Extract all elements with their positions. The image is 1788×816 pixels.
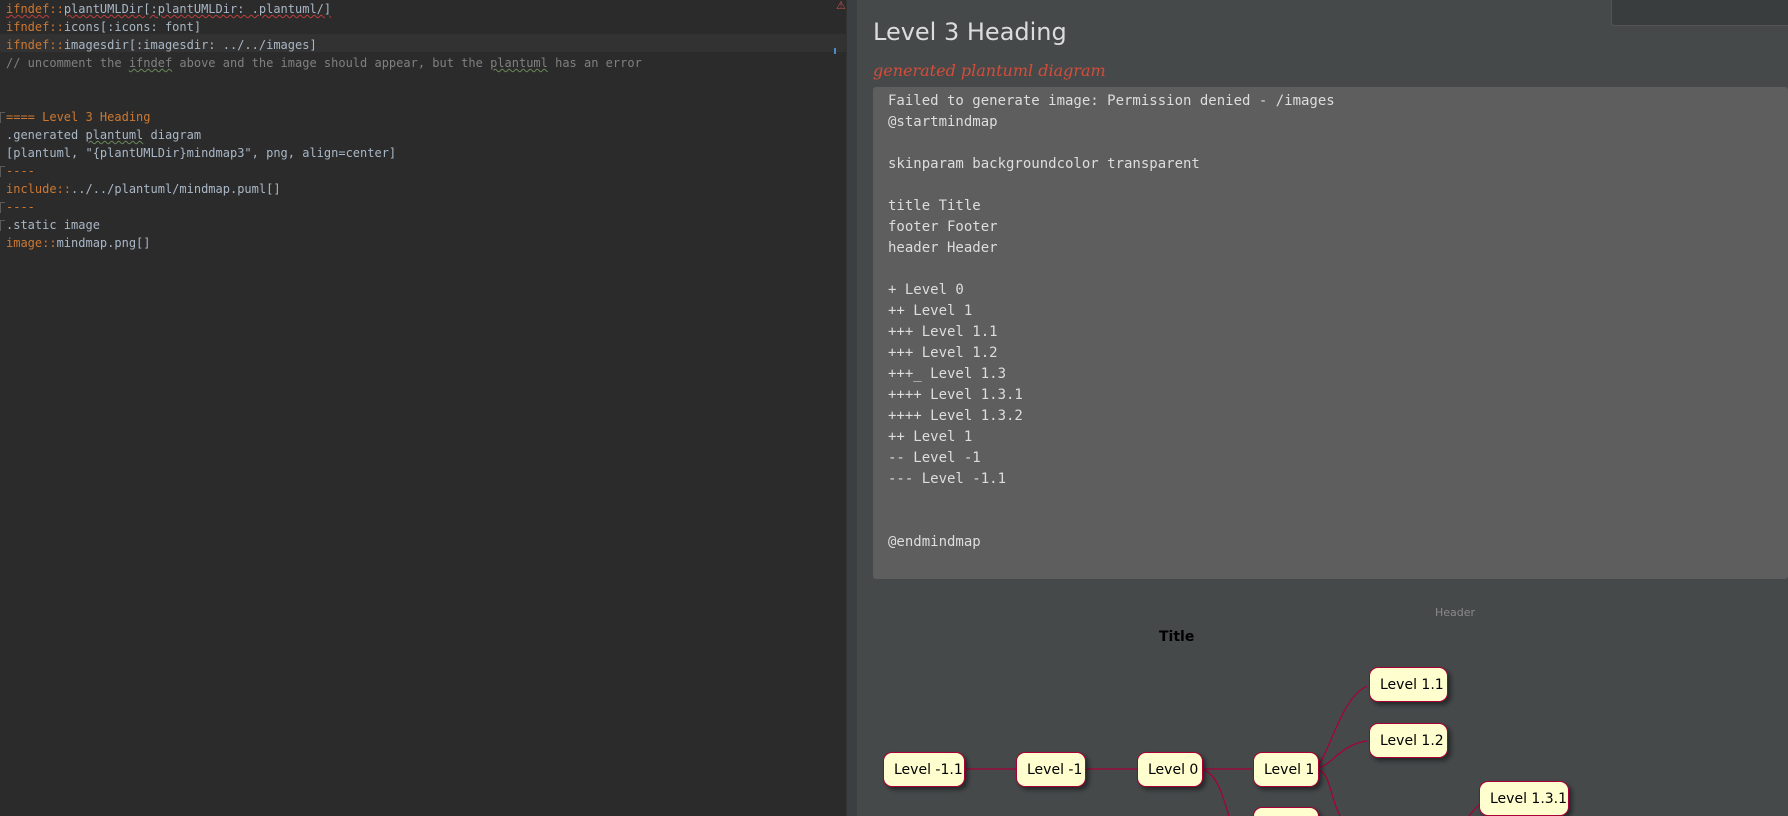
listing-line: skinparam backgroundcolor transparent (888, 156, 1200, 172)
editor-line[interactable]: .generated plantuml diagram (6, 126, 201, 144)
code-token: diagram (143, 128, 202, 142)
code-token: plantUMLDir[:plantUMLDir: .plantuml/] (63, 2, 332, 16)
code-token: ==== Level 3 Heading (6, 110, 151, 124)
node-level-minus-1: Level -1 (1016, 752, 1086, 787)
code-token: :: (49, 20, 64, 34)
code-token: .static image (6, 218, 100, 232)
code-token: , png, align=center] (251, 146, 397, 160)
preview-toolbar[interactable] (1611, 0, 1788, 26)
listing-line: ++++ Level 1.3.1 (888, 387, 1023, 403)
editor-line[interactable]: include::../../plantuml/mindmap.puml[] (6, 180, 281, 198)
editor-line[interactable]: ifndef::imagesdir[:imagesdir: ../../imag… (6, 36, 317, 54)
code-token: :: (56, 182, 72, 196)
code-token: has an error (547, 56, 642, 70)
editor-line[interactable]: .static image (6, 216, 100, 234)
code-token: .generated (6, 128, 86, 142)
code-token: image (6, 236, 43, 250)
code-token: ifndef (6, 38, 50, 52)
code-token: ifndef (6, 2, 50, 16)
node-level-1-2: Level 1.2 (1369, 723, 1448, 758)
mindmap-diagram: Header Title Level -1.1 Level -1 Level 0… (857, 600, 1788, 816)
fold-marker[interactable] (0, 220, 5, 231)
error-indicator-icon[interactable]: ⚠ (836, 0, 846, 12)
section-heading: Level 3 Heading (873, 18, 1067, 46)
listing-line: +++ Level 1.1 (888, 324, 998, 340)
fold-marker[interactable] (0, 112, 5, 123)
listing-line: --- Level -1.1 (888, 471, 1007, 487)
code-token: :: (49, 38, 64, 52)
code-token: ifndef (6, 20, 50, 34)
listing-line: +++_ Level 1.3 (888, 366, 1007, 382)
editor-line[interactable]: ---- (6, 198, 35, 216)
editor-line[interactable]: ==== Level 3 Heading (6, 108, 151, 126)
block-caption: generated plantuml diagram (873, 61, 1106, 80)
code-token: [plantuml, (6, 146, 86, 160)
listing-block: Failed to generate image: Permission den… (873, 87, 1788, 579)
fold-marker[interactable] (0, 166, 5, 177)
editor-line[interactable]: // uncomment the ifndef above and the im… (6, 54, 642, 72)
code-token: mindmap.png[] (56, 236, 151, 250)
node-level-1-1: Level 1.1 (1369, 667, 1448, 702)
node-level-1: Level 1 (1253, 752, 1319, 787)
code-token: ../../plantuml/mindmap.puml[] (71, 182, 281, 196)
listing-line: ++ Level 1 (888, 429, 973, 445)
code-token: :: (42, 236, 57, 250)
listing-line: ++++ Level 1.3.2 (888, 408, 1023, 424)
listing-line: + Level 0 (888, 282, 964, 298)
mindmap-connectors (964, 685, 1495, 816)
editor-line[interactable]: [plantuml, "{plantUMLDir}mindmap3", png,… (6, 144, 396, 162)
node-level-minus-1-1: Level -1.1 (883, 752, 965, 787)
scroll-marker (834, 48, 836, 54)
editor-line[interactable]: ifndef::icons[:icons: font] (6, 18, 201, 36)
asciidoc-editor[interactable]: ifndef::plantUMLDir[:plantUMLDir: .plant… (0, 0, 846, 816)
code-token: "{plantUMLDir}mindmap3" (85, 146, 252, 160)
code-token: :: (49, 2, 64, 16)
code-token: above and the image should appear, but t… (172, 56, 491, 70)
code-token: ---- (6, 200, 35, 214)
listing-line: footer Footer (888, 219, 998, 235)
listing-line: +++ Level 1.2 (888, 345, 998, 361)
code-token: icons[:icons: font] (63, 20, 202, 34)
code-token: imagesdir[:imagesdir: ../../images] (63, 38, 317, 52)
editor-line[interactable]: ifndef::plantUMLDir[:plantUMLDir: .plant… (6, 0, 331, 18)
diagram-title: Title (1159, 629, 1195, 645)
preview-pane: Level 3 Heading generated plantuml diagr… (857, 0, 1788, 816)
editor-line[interactable]: ---- (6, 162, 35, 180)
listing-line: Failed to generate image: Permission den… (888, 93, 1335, 109)
fold-marker[interactable] (0, 202, 5, 213)
node-level-0: Level 0 (1137, 752, 1203, 787)
code-token: include (6, 182, 57, 196)
editor-line[interactable]: image::mindmap.png[] (6, 234, 151, 252)
code-token: ---- (6, 164, 35, 178)
code-token: plantuml (85, 128, 144, 142)
listing-line: header Header (888, 240, 998, 256)
node-level-1-3-1: Level 1.3.1 (1479, 781, 1569, 816)
listing-line: -- Level -1 (888, 450, 981, 466)
listing-line: @endmindmap (888, 534, 981, 550)
listing-line: title Title (888, 198, 981, 214)
listing-line: @startmindmap (888, 114, 998, 130)
code-token: ifndef (128, 56, 173, 70)
diagram-header: Header (1435, 606, 1476, 619)
node-level-1-second (1253, 807, 1319, 816)
code-token: plantuml (490, 56, 548, 70)
listing-line: ++ Level 1 (888, 303, 973, 319)
code-token: // uncomment the (6, 56, 129, 70)
